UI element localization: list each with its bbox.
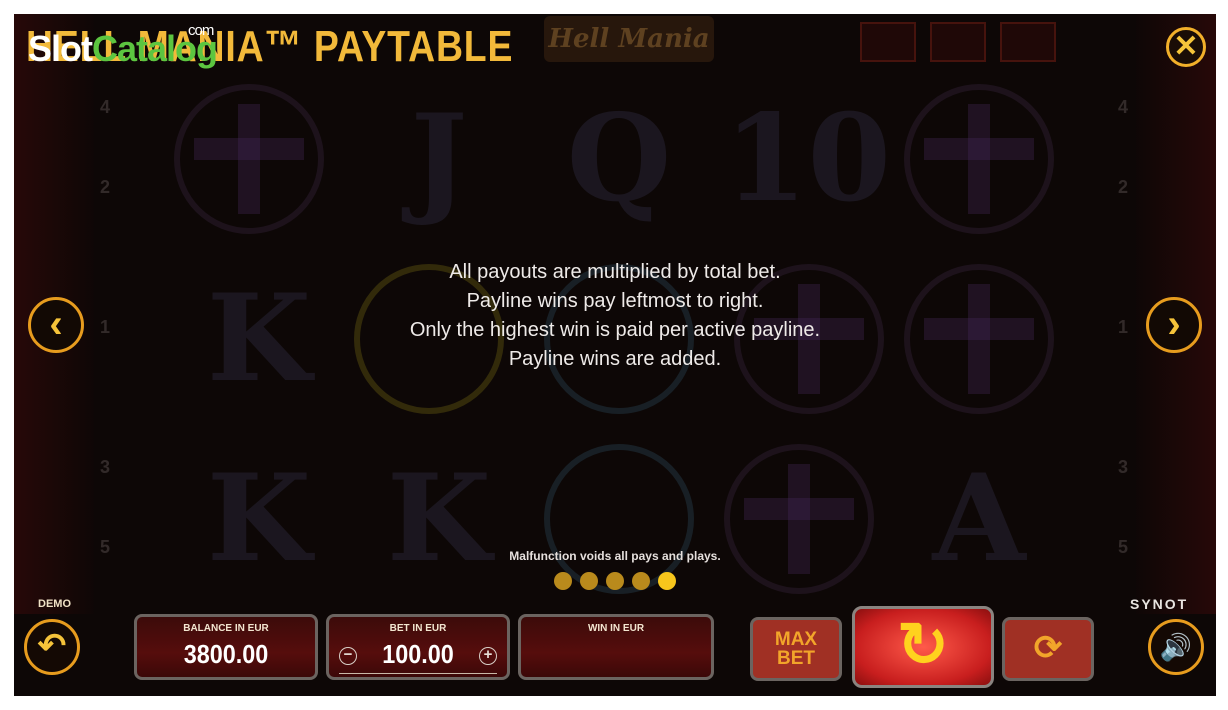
line-number: 4 — [99, 97, 110, 117]
line-number: 3 — [1117, 457, 1128, 477]
line-number: 5 — [1117, 537, 1128, 557]
win-panel: WIN IN EUR — [518, 614, 714, 680]
bet-decrease-button[interactable]: − — [339, 647, 357, 665]
balance-panel: BALANCE IN EUR 3800.00 — [134, 614, 318, 680]
info-line: Payline wins pay leftmost to right. — [466, 290, 764, 312]
page-dot[interactable] — [606, 572, 624, 590]
line-number: 5 — [99, 537, 110, 557]
back-button[interactable]: ↶ — [24, 619, 80, 675]
j-symbol: J — [410, 88, 468, 229]
watermark-logo: SlotCatalog com — [28, 22, 218, 70]
cross-symbol — [724, 444, 874, 594]
watermark-text: Slot — [28, 28, 93, 69]
bet-underline — [339, 673, 497, 674]
demo-label: DEMO — [38, 598, 71, 610]
spin-button[interactable]: ↻ — [852, 606, 994, 688]
cross-symbol — [904, 264, 1054, 414]
header-decoration — [1000, 22, 1056, 62]
line-number: 3 — [99, 457, 110, 477]
bet-panel: BET IN EUR 100.00 − + — [326, 614, 510, 680]
balance-value: 3800.00 — [183, 639, 269, 669]
malfunction-disclaimer: Malfunction voids all pays and plays. — [509, 549, 721, 563]
max-bet-button[interactable]: MAX BET — [750, 617, 842, 681]
cross-symbol — [904, 84, 1054, 234]
next-page-button[interactable]: › — [1146, 297, 1202, 353]
info-line: All payouts are multiplied by total bet. — [449, 261, 781, 283]
header-decoration — [860, 22, 916, 62]
line-number: 2 — [1117, 177, 1128, 197]
prev-page-button[interactable]: ‹ — [28, 297, 84, 353]
autoplay-button[interactable]: ⟳ — [1002, 617, 1094, 681]
bet-increase-button[interactable]: + — [479, 647, 497, 665]
cross-symbol — [174, 84, 324, 234]
line-number: 4 — [1117, 97, 1128, 117]
max-bet-line: BET — [777, 648, 815, 669]
k-symbol: K — [206, 448, 312, 589]
k-symbol: K — [206, 268, 312, 409]
close-button[interactable]: ✕ — [1166, 27, 1206, 67]
bet-value: 100.00 — [382, 639, 454, 669]
page-dot[interactable] — [580, 572, 598, 590]
q-symbol: Q — [566, 88, 672, 229]
page-dot-active[interactable] — [658, 572, 676, 590]
page-dot[interactable] — [632, 572, 650, 590]
a-symbol: A — [932, 448, 1026, 589]
balance-label: BALANCE IN EUR — [183, 623, 269, 634]
line-number: 2 — [99, 177, 110, 197]
watermark-suffix: com — [188, 22, 214, 39]
win-label: WIN IN EUR — [587, 623, 645, 634]
k-symbol: K — [386, 448, 492, 589]
bet-label: BET IN EUR — [389, 623, 447, 634]
ten-symbol: 10 — [724, 88, 891, 229]
info-line: Only the highest win is paid per active … — [409, 319, 821, 341]
game-screen: J Q 10 K K K A 4 2 1 3 5 4 2 1 3 5 HELL … — [14, 14, 1216, 696]
line-number: 1 — [99, 317, 110, 337]
game-logo: Hell Mania — [544, 16, 714, 62]
brand-logo: SYNOT — [1130, 596, 1189, 612]
max-bet-line: MAX — [774, 629, 818, 650]
line-number: 1 — [1117, 317, 1128, 337]
paytable-info: All payouts are multiplied by total bet.… — [314, 258, 916, 374]
page-dot[interactable] — [554, 572, 572, 590]
header-decoration — [930, 22, 986, 62]
sound-button[interactable]: 🔊 — [1148, 619, 1204, 675]
info-line: Payline wins are added. — [508, 348, 722, 370]
page-indicator — [554, 572, 684, 592]
